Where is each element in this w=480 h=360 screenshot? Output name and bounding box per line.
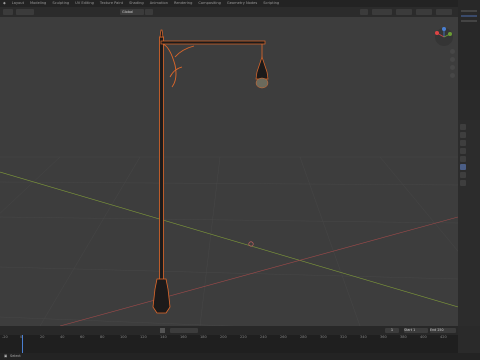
timeline-tick: 300 bbox=[320, 335, 327, 339]
lamp-pole bbox=[159, 36, 164, 300]
workspace-tab[interactable]: Modeling bbox=[27, 0, 49, 7]
grid-icon[interactable] bbox=[450, 73, 455, 78]
current-frame-field[interactable]: 1 bbox=[385, 328, 399, 333]
outliner-row[interactable] bbox=[461, 20, 477, 22]
workspace-tab[interactable]: UV Editing bbox=[72, 0, 97, 7]
lantern-globe bbox=[255, 77, 269, 89]
workspace-tab[interactable]: Layout bbox=[9, 0, 27, 7]
playhead[interactable] bbox=[22, 335, 23, 353]
camera-icon[interactable] bbox=[450, 65, 455, 70]
modifier-icon[interactable] bbox=[460, 172, 466, 178]
timeline-tick: 220 bbox=[240, 335, 247, 339]
transform-orientation-dropdown[interactable]: Global bbox=[120, 9, 144, 15]
workspace-tab[interactable]: Geometry Nodes bbox=[224, 0, 260, 7]
x-axis-line bbox=[59, 216, 458, 326]
gizmo-toggle[interactable] bbox=[396, 9, 412, 15]
timeline-tick: 160 bbox=[180, 335, 187, 339]
pan-hand-icon[interactable] bbox=[450, 57, 455, 62]
viewport-scene bbox=[0, 29, 458, 326]
start-frame-label: Start bbox=[404, 328, 413, 332]
lamp-scroll-bracket bbox=[162, 43, 195, 88]
lamp-finial bbox=[159, 29, 164, 38]
properties-panel[interactable] bbox=[458, 120, 480, 326]
shading-options-button[interactable] bbox=[436, 9, 452, 15]
timeline-tick: 100 bbox=[120, 335, 127, 339]
timeline-ruler[interactable]: -20 0 20 40 60 80 100 120 140 160 180 20… bbox=[0, 335, 458, 353]
timeline-header: 1 Start 1 End 250 bbox=[0, 326, 458, 335]
timeline-tick: 420 bbox=[440, 335, 447, 339]
workspace-tab[interactable]: Sculpting bbox=[49, 0, 72, 7]
end-frame-label: End bbox=[430, 328, 437, 332]
output-icon[interactable] bbox=[460, 140, 466, 146]
zoom-icon[interactable] bbox=[450, 49, 455, 54]
viewport-header: Global bbox=[0, 7, 458, 17]
workspace-tab[interactable]: Animation bbox=[147, 0, 171, 7]
timeline-tick: 120 bbox=[140, 335, 147, 339]
lantern-hood bbox=[255, 55, 269, 80]
timeline-tick: 360 bbox=[380, 335, 387, 339]
navigation-gizmo[interactable] bbox=[430, 17, 458, 87]
workspace-tab[interactable]: Scripting bbox=[260, 0, 282, 7]
end-frame-field[interactable]: End 250 bbox=[430, 328, 456, 333]
timeline-tick: 20 bbox=[40, 335, 45, 339]
3d-cursor[interactable] bbox=[248, 241, 254, 247]
timeline-tick: 240 bbox=[260, 335, 267, 339]
editor-type-button[interactable] bbox=[3, 9, 13, 15]
tool-icon[interactable] bbox=[460, 124, 466, 130]
workspace-tab[interactable]: Texture Paint bbox=[97, 0, 126, 7]
mouse-icon: ▣ bbox=[4, 354, 8, 358]
lamp-post-object[interactable] bbox=[152, 29, 269, 314]
status-bar: ▣ Select bbox=[0, 353, 480, 360]
shading-mode-buttons[interactable] bbox=[416, 9, 432, 15]
view-layer-icon[interactable] bbox=[460, 148, 466, 154]
scene-icon[interactable] bbox=[460, 156, 466, 162]
gizmo-x-axis[interactable] bbox=[435, 31, 439, 35]
timeline-tick: 400 bbox=[420, 335, 427, 339]
outliner-row[interactable] bbox=[461, 15, 477, 17]
workspace-tab[interactable]: Compositing bbox=[195, 0, 224, 7]
floor-grid bbox=[0, 156, 458, 326]
gizmo-y-axis[interactable] bbox=[448, 32, 452, 36]
render-icon[interactable] bbox=[460, 132, 466, 138]
timeline-tick: 340 bbox=[360, 335, 367, 339]
overlay-toggle[interactable] bbox=[360, 9, 368, 15]
timeline-tick: 200 bbox=[220, 335, 227, 339]
timeline-tick: 80 bbox=[100, 335, 105, 339]
blender-logo-icon[interactable]: ◆ bbox=[0, 0, 9, 7]
gizmo-z-axis[interactable] bbox=[442, 27, 446, 31]
end-frame-value: 250 bbox=[437, 328, 444, 332]
lamp-arm bbox=[160, 40, 266, 45]
playback-controls[interactable] bbox=[170, 328, 198, 333]
viewport-shading-buttons[interactable] bbox=[372, 9, 392, 15]
timeline-tick: 60 bbox=[80, 335, 85, 339]
timeline-tick: 260 bbox=[280, 335, 287, 339]
status-select-label: Select bbox=[10, 354, 21, 358]
outliner-row[interactable] bbox=[461, 10, 477, 12]
object-properties-icon[interactable] bbox=[460, 164, 466, 170]
outliner-panel[interactable] bbox=[458, 0, 480, 90]
snap-toggle[interactable] bbox=[145, 9, 153, 15]
timeline-tick: 380 bbox=[400, 335, 407, 339]
workspace-tab[interactable]: Shading bbox=[126, 0, 147, 7]
timeline-tick: 140 bbox=[160, 335, 167, 339]
3d-viewport[interactable] bbox=[0, 17, 458, 326]
timeline-tick: 280 bbox=[300, 335, 307, 339]
start-frame-field[interactable]: Start 1 bbox=[404, 328, 428, 333]
lamp-base bbox=[152, 278, 171, 314]
y-axis-line bbox=[0, 171, 458, 308]
keyframe-icon[interactable] bbox=[160, 328, 165, 333]
start-frame-value: 1 bbox=[413, 328, 416, 332]
mode-dropdown[interactable] bbox=[16, 9, 34, 15]
timeline-tick: -20 bbox=[2, 335, 8, 339]
timeline-tick: 180 bbox=[200, 335, 207, 339]
material-icon[interactable] bbox=[460, 180, 466, 186]
timeline-tick: 40 bbox=[60, 335, 65, 339]
timeline-tick: 320 bbox=[340, 335, 347, 339]
workspace-tab-bar: ◆ Layout Modeling Sculpting UV Editing T… bbox=[0, 0, 458, 7]
workspace-tab[interactable]: Rendering bbox=[171, 0, 195, 7]
